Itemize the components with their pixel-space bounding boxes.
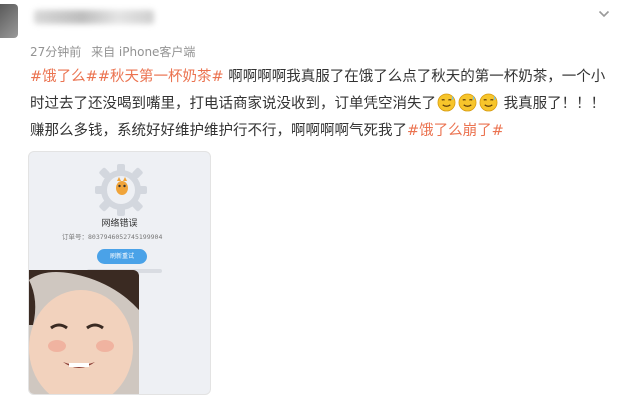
retry-button: 刷新重试: [97, 249, 147, 264]
user-avatar[interactable]: [0, 4, 18, 38]
post-time[interactable]: 27分钟前: [30, 45, 81, 59]
mascot-icon: [114, 176, 130, 196]
order-number: 订单号：8037946052745199904: [62, 233, 163, 241]
hashtag-eleme[interactable]: #饿了么#: [30, 69, 98, 85]
sweat-smile-emoji: [479, 93, 498, 112]
baby-face-photo: [29, 270, 139, 394]
post-source[interactable]: 来自 iPhone客户端: [91, 45, 195, 59]
username-blurred[interactable]: [34, 10, 154, 24]
sweat-smile-emoji: [437, 93, 456, 112]
hashtag-eleme-down[interactable]: #饿了么崩了#: [407, 123, 504, 139]
post-image[interactable]: 网络错误 订单号：8037946052745199904 刷新重试: [28, 151, 211, 395]
post-text: #饿了么##秋天第一杯奶茶# 啊啊啊啊我真服了在饿了么点了秋天的第一杯奶茶，一个…: [30, 64, 610, 145]
chevron-down-icon[interactable]: [598, 8, 610, 20]
hashtag-first-milk-tea[interactable]: #秋天第一杯奶茶#: [98, 69, 224, 85]
post-meta: 27分钟前 来自 iPhone客户端: [30, 43, 201, 60]
error-title: 网络错误: [101, 219, 138, 229]
sweat-smile-emoji: [458, 93, 477, 112]
